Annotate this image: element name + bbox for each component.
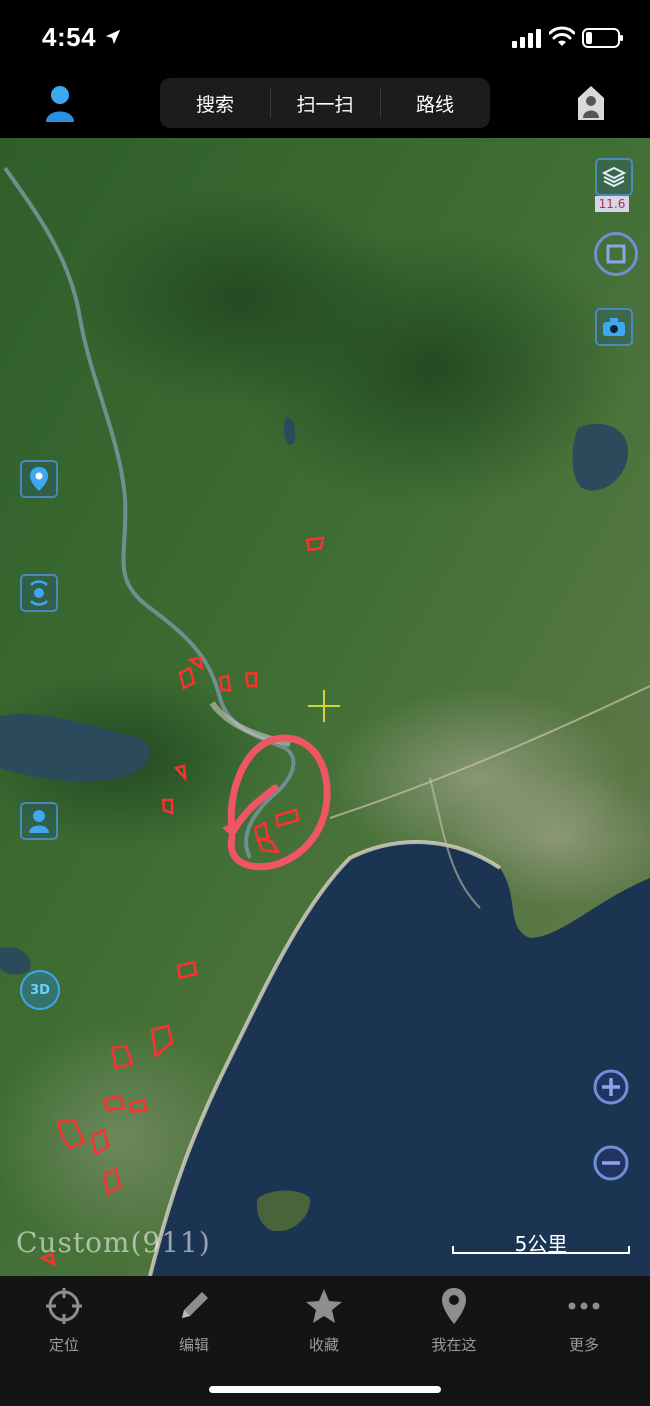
map-scale: 5公里 [452,1228,630,1256]
tab-route[interactable]: 路线 [380,78,490,128]
signal-waves-button[interactable] [20,574,58,612]
top-nav: 搜索 扫一扫 路线 [0,78,650,138]
zoom-level-badge: 11.6 [595,196,629,212]
tab-favorites[interactable]: 收藏 [279,1286,369,1355]
zoom-in-button[interactable] [592,1068,630,1106]
battery-icon [582,28,623,48]
home-icon[interactable] [576,84,606,122]
tab-im-here[interactable]: 我在这 [409,1286,499,1355]
top-tabs: 搜索 扫一扫 路线 [160,78,490,128]
location-pin-icon [30,467,48,491]
map-imagery [0,138,650,1276]
tab-scan[interactable]: 扫一扫 [270,78,380,128]
user-marker-button[interactable] [20,802,58,840]
map-pin-icon [442,1288,466,1324]
tab-more[interactable]: 更多 [539,1286,629,1355]
3d-icon: 3D [30,982,50,998]
wifi-icon [549,26,575,46]
status-time: 4:54 [42,22,97,52]
tab-label: 编辑 [178,1336,209,1354]
home-indicator [209,1386,441,1393]
zoom-out-button[interactable] [592,1144,630,1182]
user-marker-icon [29,810,49,833]
scale-bar [452,1246,630,1254]
crosshair-target-icon [46,1288,82,1324]
star-icon [306,1289,342,1323]
layers-icon [602,166,626,188]
signal-icon [512,29,541,48]
pencil-icon [182,1292,208,1318]
camera-button[interactable] [595,308,633,346]
zoom-in-icon [593,1069,629,1105]
tab-locate[interactable]: 定位 [19,1286,109,1355]
location-button[interactable] [20,460,58,498]
tab-edit[interactable]: 编辑 [149,1286,239,1355]
tab-label: 定位 [48,1336,79,1354]
signal-waves-icon [30,580,48,606]
layers-button[interactable] [595,158,633,196]
tab-label: 我在这 [431,1336,477,1354]
status-bar: 4:54 [0,0,650,78]
user-avatar-icon[interactable] [44,84,76,124]
map-source-label: Custom(911) [16,1226,211,1259]
tab-label: 收藏 [308,1336,339,1354]
more-dots-icon [568,1302,600,1310]
tab-search[interactable]: 搜索 [160,78,270,128]
zoom-out-icon [593,1145,629,1181]
frame-button[interactable] [594,232,638,276]
satellite-map[interactable]: 3D [0,138,650,1276]
tab-label: 更多 [568,1336,599,1354]
square-frame-icon [606,244,626,264]
location-arrow-icon [105,29,121,45]
3d-button[interactable]: 3D [20,970,60,1010]
camera-icon [603,318,625,336]
